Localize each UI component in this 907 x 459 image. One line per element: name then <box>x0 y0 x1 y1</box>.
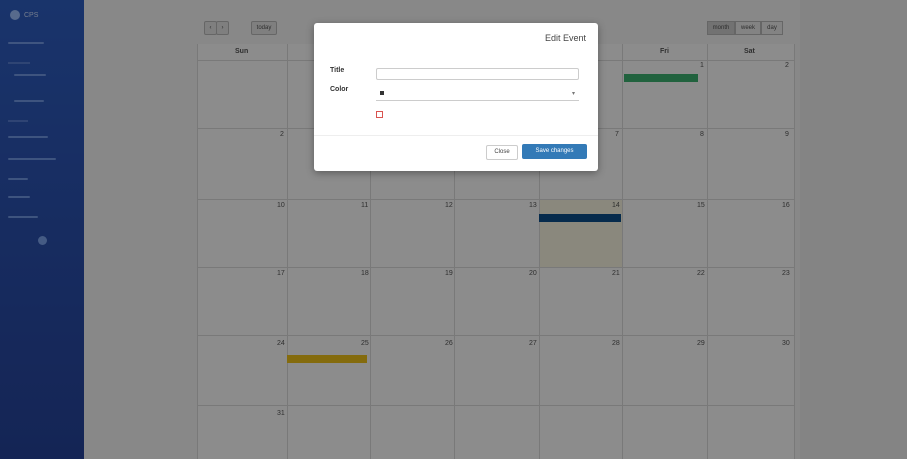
checkbox-icon[interactable] <box>376 111 383 118</box>
delete-event-checkbox[interactable] <box>376 111 386 118</box>
title-label: Title <box>330 67 345 74</box>
edit-event-modal: Edit Event Title Color ▾ Close Save chan… <box>314 23 598 171</box>
color-swatch-icon <box>380 91 384 96</box>
modal-divider <box>314 135 598 136</box>
close-button[interactable]: Close <box>486 145 518 160</box>
color-label: Color <box>330 86 349 93</box>
title-input[interactable] <box>376 68 579 80</box>
color-select[interactable]: ▾ <box>376 88 579 101</box>
modal-title: Edit Event <box>544 33 586 43</box>
chevron-down-icon: ▾ <box>571 91 575 97</box>
save-changes-button[interactable]: Save changes <box>522 144 587 159</box>
